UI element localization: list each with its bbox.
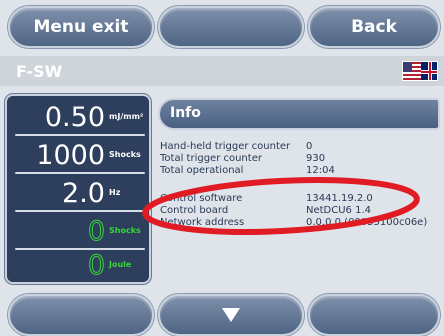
frequency-value: 2.0 — [62, 178, 105, 209]
back-button[interactable]: Back — [308, 6, 440, 48]
divider — [15, 172, 145, 174]
us-uk-flag-icon[interactable] — [402, 61, 438, 81]
joule-row[interactable]: 0 Joule — [13, 248, 147, 284]
info-value: 0.0.0.0 (00055100c06e) — [306, 217, 428, 228]
shock-count-value: 0 — [87, 216, 105, 248]
scroll-down-button[interactable] — [158, 294, 304, 336]
menu-exit-label: Menu exit — [33, 17, 129, 37]
divider — [15, 134, 145, 136]
info-header: Info — [158, 98, 440, 130]
us-flag-canton — [403, 62, 412, 72]
bottom-left-button[interactable] — [8, 294, 154, 336]
info-row: Total operational 12:04 — [160, 164, 444, 177]
info-key: Network address — [160, 217, 245, 228]
shock-count-unit: Shocks — [109, 226, 141, 235]
joule-unit: Joule — [109, 260, 132, 269]
info-key: Total operational — [160, 165, 244, 176]
title-bar: F-SW — [0, 56, 444, 86]
info-list: Hand-held trigger counter 0 Total trigge… — [158, 134, 444, 286]
info-title: Info — [170, 105, 201, 121]
arrow-down-icon — [222, 308, 240, 322]
shocks-unit: Shocks — [109, 150, 141, 159]
bottom-right-button[interactable] — [308, 294, 440, 336]
top-middle-button[interactable] — [158, 6, 304, 48]
joule-value: 0 — [87, 250, 105, 282]
energy-unit: mJ/mm² — [109, 112, 144, 121]
shock-count-row[interactable]: 0 Shocks — [13, 214, 147, 250]
frequency-row[interactable]: 2.0 Hz — [13, 176, 147, 212]
shocks-value: 1000 — [36, 140, 105, 171]
shocks-row[interactable]: 1000 Shocks — [13, 138, 147, 174]
energy-row[interactable]: 0.50 mJ/mm² — [13, 100, 147, 136]
back-label: Back — [351, 17, 397, 37]
page-title: F-SW — [16, 62, 63, 81]
energy-value: 0.50 — [44, 102, 105, 133]
uk-flag-red-v — [429, 62, 431, 80]
frequency-unit: Hz — [109, 188, 121, 197]
menu-exit-button[interactable]: Menu exit — [8, 6, 154, 48]
divider — [15, 210, 145, 212]
info-value: 12:04 — [306, 165, 335, 176]
info-row: Network address 0.0.0.0 (00055100c06e) — [160, 216, 444, 229]
parameter-panel: 0.50 mJ/mm² 1000 Shocks 2.0 Hz 0 Shocks … — [5, 94, 151, 284]
